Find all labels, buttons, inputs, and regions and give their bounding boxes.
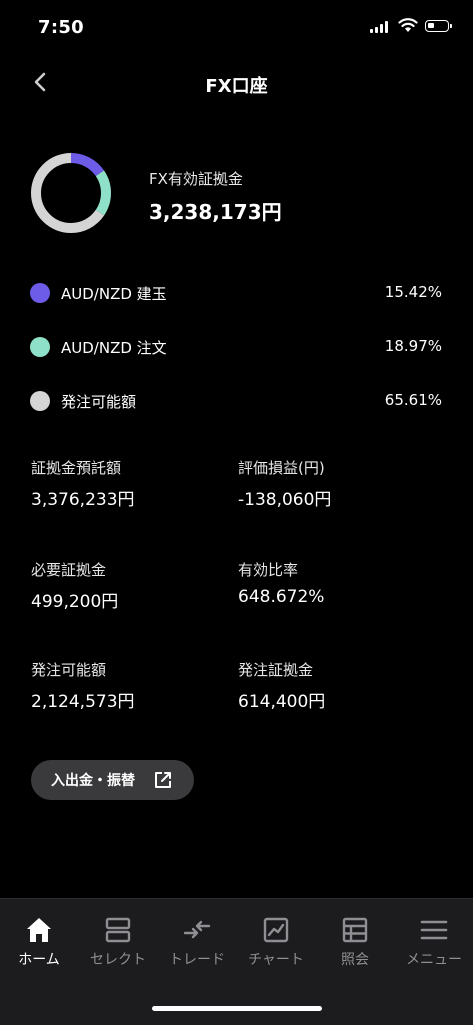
legend-row-open: AUD/NZD 建玉 15.42%	[30, 281, 442, 305]
tab-label: チャート	[248, 952, 304, 968]
stat-value-order-margin: 614,400円	[238, 692, 326, 712]
stat-label-deposit: 証拠金預託額	[31, 459, 122, 477]
stat-value-deposit: 3,376,233円	[31, 490, 135, 510]
margin-donut-chart	[31, 153, 111, 233]
stat-label-effective-ratio: 有効比率	[238, 561, 299, 579]
status-time: 7:50	[38, 17, 84, 38]
legend-dot-open	[30, 283, 50, 303]
deposit-transfer-label: 入出金・振替	[51, 773, 135, 789]
tab-home[interactable]: ホーム	[0, 909, 78, 969]
stat-label-order-margin: 発注証拠金	[238, 661, 314, 679]
legend-label: AUD/NZD 建玉	[61, 285, 167, 303]
deposit-transfer-button[interactable]: 入出金・振替	[31, 760, 194, 800]
tab-label: セレクト	[90, 952, 146, 968]
chart-icon	[263, 917, 289, 943]
tab-select[interactable]: セレクト	[79, 909, 157, 969]
stat-label-order-available: 発注可能額	[31, 661, 107, 679]
tab-inquiry[interactable]: 照会	[316, 909, 394, 969]
tab-chart[interactable]: チャート	[237, 909, 315, 969]
legend-percent: 65.61%	[384, 391, 442, 409]
tab-label: トレード	[169, 952, 225, 968]
tab-label: メニュー	[406, 952, 462, 968]
legend-label: 発注可能額	[61, 393, 137, 411]
legend-dot-order	[30, 337, 50, 357]
external-link-icon	[155, 772, 171, 788]
tab-trade[interactable]: トレード	[158, 909, 236, 969]
legend-percent: 18.97%	[384, 337, 442, 355]
wifi-icon	[398, 18, 418, 32]
effective-margin-value: 3,238,173円	[149, 200, 282, 224]
legend-row-available: 発注可能額 65.61%	[30, 389, 442, 413]
stat-value-order-available: 2,124,573円	[31, 692, 135, 712]
page-title: FX口座	[205, 76, 268, 97]
stat-value-effective-ratio: 648.672%	[238, 587, 325, 607]
tab-label: 照会	[341, 952, 369, 968]
legend-label: AUD/NZD 注文	[61, 339, 167, 357]
stat-label-required-margin: 必要証拠金	[31, 561, 107, 579]
effective-margin-label: FX有効証拠金	[149, 170, 243, 188]
stat-label-unrealized-pl: 評価損益(円)	[238, 459, 325, 477]
legend-row-order: AUD/NZD 注文 18.97%	[30, 335, 442, 359]
menu-icon	[420, 920, 448, 940]
legend-dot-available	[30, 391, 50, 411]
legend-percent: 15.42%	[384, 283, 442, 301]
select-icon	[105, 917, 131, 943]
home-indicator	[152, 1006, 322, 1011]
tab-label: ホーム	[18, 952, 60, 968]
inquiry-icon	[342, 917, 368, 943]
trade-icon	[183, 920, 211, 939]
stat-value-unrealized-pl: -138,060円	[238, 490, 332, 510]
tab-menu[interactable]: メニュー	[395, 909, 473, 969]
cellular-signal-icon	[370, 21, 388, 33]
battery-icon	[425, 20, 452, 32]
stat-value-required-margin: 499,200円	[31, 592, 119, 612]
home-icon	[27, 918, 51, 942]
